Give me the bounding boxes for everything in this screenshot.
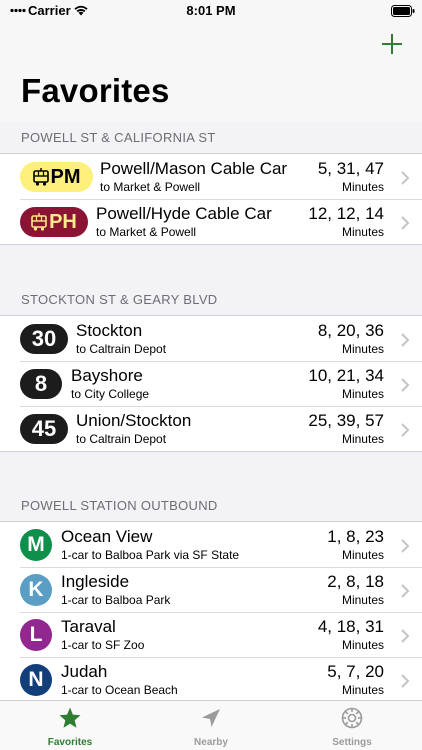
chevron-right-icon — [401, 674, 410, 688]
arrival-times: 1, 8, 23 — [327, 527, 384, 546]
route-row-8[interactable]: 8 Bayshore to City College 10, 21, 34 Mi… — [0, 361, 422, 406]
status-bar: Carrier 8:01 PM — [0, 0, 422, 22]
tab-bar: Favorites Nearby Settings — [0, 700, 422, 750]
route-row-m[interactable]: M Ocean View 1-car to Balboa Park via SF… — [0, 522, 422, 567]
route-badge-8: 8 — [20, 369, 62, 399]
chevron-right-icon — [401, 171, 410, 185]
route-badge-pm: PM — [20, 162, 93, 192]
stop-group-stockton-geary: 30 Stockton to Caltrain Depot 8, 20, 36 … — [0, 315, 422, 452]
section-header: POWELL ST & CALIFORNIA ST — [21, 130, 216, 145]
route-badge-30: 30 — [20, 324, 68, 354]
tab-label: Settings — [332, 737, 372, 748]
chevron-right-icon — [401, 378, 410, 392]
location-arrow-icon — [202, 709, 220, 727]
chevron-right-icon — [401, 423, 410, 437]
cable-car-icon — [32, 168, 49, 186]
route-name: Powell/Hyde Cable Car — [96, 204, 272, 223]
tab-settings[interactable]: Settings — [282, 701, 422, 750]
battery-icon — [391, 5, 415, 17]
arrival-unit: Minutes — [341, 638, 384, 652]
route-destination: to Caltrain Depot — [76, 342, 167, 356]
tab-label: Favorites — [47, 737, 93, 748]
route-destination: to City College — [71, 387, 150, 401]
stop-group-powell-california: PM Powell/Mason Cable Car to Market & Po… — [0, 153, 422, 245]
route-badge-ph: PH — [20, 207, 88, 237]
route-row-pm[interactable]: PM Powell/Mason Cable Car to Market & Po… — [0, 154, 422, 199]
arrival-unit: Minutes — [341, 683, 384, 697]
route-name: Ingleside — [61, 572, 130, 591]
route-destination: 1-car to Balboa Park — [61, 593, 171, 607]
route-name: Powell/Mason Cable Car — [100, 159, 288, 178]
route-badge-k: K — [20, 574, 52, 606]
chevron-right-icon — [401, 629, 410, 643]
route-destination: 1-car to SF Zoo — [61, 638, 145, 652]
chevron-right-icon — [401, 333, 410, 347]
route-row-k[interactable]: K Ingleside 1-car to Balboa Park 2, 8, 1… — [0, 567, 422, 612]
route-badge-45: 45 — [20, 414, 68, 444]
tab-favorites[interactable]: Favorites — [0, 701, 140, 750]
route-row-30[interactable]: 30 Stockton to Caltrain Depot 8, 20, 36 … — [0, 316, 422, 361]
section-header: POWELL STATION OUTBOUND — [21, 498, 218, 513]
status-time: 8:01 PM — [186, 3, 236, 18]
route-destination: to Market & Powell — [100, 180, 201, 194]
route-name: Stockton — [76, 321, 143, 340]
arrival-times: 8, 20, 36 — [317, 321, 384, 340]
gear-icon — [341, 707, 363, 729]
section-header: STOCKTON ST & GEARY BLVD — [21, 292, 218, 307]
route-badge-l: L — [20, 619, 52, 651]
route-destination: 1-car to Ocean Beach — [61, 683, 178, 697]
route-name: Ocean View — [61, 527, 153, 546]
arrival-times: 2, 8, 18 — [327, 572, 384, 591]
route-row-l[interactable]: L Taraval 1-car to SF Zoo 4, 18, 31 Minu… — [0, 612, 422, 657]
route-row-45[interactable]: 45 Union/Stockton to Caltrain Depot 25, … — [0, 406, 422, 451]
page-title: Favorites — [21, 72, 170, 109]
arrival-unit: Minutes — [341, 432, 384, 446]
arrival-times: 5, 31, 47 — [317, 159, 384, 178]
route-row-n[interactable]: N Judah 1-car to Ocean Beach 5, 7, 20 Mi… — [0, 657, 422, 702]
route-name: Bayshore — [71, 366, 143, 385]
route-badge-text: PH — [49, 210, 77, 233]
stop-group-powell-station: M Ocean View 1-car to Balboa Park via SF… — [0, 521, 422, 703]
route-badge-n: N — [20, 664, 52, 696]
arrival-unit: Minutes — [341, 225, 384, 239]
arrival-times: 5, 7, 20 — [327, 662, 384, 681]
arrival-unit: Minutes — [341, 593, 384, 607]
arrival-times: 10, 21, 34 — [308, 366, 384, 385]
route-name: Taraval — [61, 617, 116, 636]
cable-car-icon — [31, 213, 47, 231]
route-name: Union/Stockton — [76, 411, 192, 430]
route-destination: to Market & Powell — [96, 225, 197, 239]
arrival-times: 25, 39, 57 — [308, 411, 384, 430]
navigation-bar: Favorites — [0, 22, 422, 122]
chevron-right-icon — [401, 539, 410, 553]
add-favorite-button[interactable] — [380, 32, 404, 56]
arrival-unit: Minutes — [341, 180, 384, 194]
arrival-unit: Minutes — [341, 342, 384, 356]
tab-label: Nearby — [194, 737, 228, 748]
star-icon — [59, 707, 81, 728]
route-row-ph[interactable]: PH Powell/Hyde Cable Car to Market & Pow… — [0, 199, 422, 244]
route-badge-text: PM — [50, 165, 81, 188]
arrival-times: 12, 12, 14 — [308, 204, 384, 223]
chevron-right-icon — [401, 584, 410, 598]
tab-nearby[interactable]: Nearby — [141, 701, 281, 750]
route-destination: 1-car to Balboa Park via SF State — [61, 548, 240, 562]
chevron-right-icon — [401, 216, 410, 230]
route-name: Judah — [61, 662, 108, 681]
route-destination: to Caltrain Depot — [76, 432, 167, 446]
arrival-unit: Minutes — [341, 548, 384, 562]
arrival-unit: Minutes — [341, 387, 384, 401]
arrival-times: 4, 18, 31 — [317, 617, 384, 636]
route-badge-m: M — [20, 529, 52, 561]
